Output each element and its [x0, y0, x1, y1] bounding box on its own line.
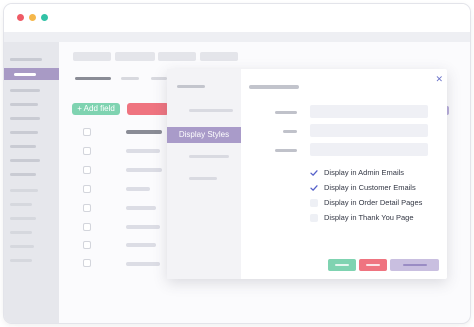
text-field[interactable]: [310, 143, 428, 156]
row-checkbox[interactable]: [83, 147, 91, 155]
sidebar-item[interactable]: [10, 173, 36, 176]
table-row: [126, 206, 156, 210]
table-row: [126, 262, 160, 266]
modal-nav-item[interactable]: [189, 177, 217, 180]
close-window-dot[interactable]: [17, 14, 24, 21]
sidebar-item[interactable]: [10, 217, 36, 220]
tab-active[interactable]: [75, 77, 111, 80]
title-bar: [4, 4, 470, 32]
tab[interactable]: [121, 77, 139, 80]
table-row: [126, 187, 150, 191]
add-field-button[interactable]: + Add field: [72, 103, 120, 115]
header-placeholder: [73, 52, 111, 61]
table-row: [126, 243, 156, 247]
row-checkbox[interactable]: [83, 204, 91, 212]
row-checkbox[interactable]: [83, 259, 91, 267]
modal-nav-display-styles[interactable]: Display Styles: [167, 127, 241, 143]
modal-nav-item[interactable]: [189, 155, 229, 158]
sidebar-item[interactable]: [10, 159, 40, 162]
sidebar-item[interactable]: [10, 231, 32, 234]
save-button[interactable]: [328, 259, 356, 271]
row-checkbox[interactable]: [83, 241, 91, 249]
admin-sidebar: [4, 42, 59, 323]
row-checkbox[interactable]: [83, 223, 91, 231]
sidebar-item[interactable]: [10, 189, 38, 192]
option-label: Display in Customer Emails: [324, 183, 416, 192]
sidebar-item[interactable]: [10, 259, 32, 262]
table-row: [126, 149, 160, 153]
table-row: [126, 168, 162, 172]
field-settings-modal: Display Styles ✕ Display in Admin Emails…: [167, 69, 447, 279]
text-field[interactable]: [310, 124, 428, 137]
row-checkbox[interactable]: [83, 166, 91, 174]
sidebar-item[interactable]: [10, 117, 40, 120]
sidebar-item[interactable]: [10, 203, 32, 206]
modal-nav-item[interactable]: [189, 109, 233, 112]
delete-field-button[interactable]: [359, 259, 387, 271]
header-placeholder: [115, 52, 155, 61]
checkbox-checked-icon[interactable]: [310, 184, 318, 192]
modal-title: [249, 85, 299, 89]
field-label: [275, 149, 297, 152]
field-label: [283, 130, 297, 133]
row-checkbox[interactable]: [83, 185, 91, 193]
minimize-window-dot[interactable]: [29, 14, 36, 21]
row-checkbox[interactable]: [83, 128, 91, 136]
delete-button[interactable]: [127, 103, 169, 115]
header-placeholder: [200, 52, 238, 61]
header-placeholder: [158, 52, 196, 61]
sidebar-item[interactable]: [10, 58, 42, 61]
text-field[interactable]: [310, 105, 428, 118]
field-label: [275, 111, 297, 114]
sidebar-item[interactable]: [10, 103, 38, 106]
tab[interactable]: [151, 77, 167, 80]
modal-nav-heading: [177, 85, 205, 88]
checkbox-unchecked-icon[interactable]: [310, 199, 318, 207]
option-label: Display in Admin Emails: [324, 168, 405, 177]
sidebar-item-active[interactable]: [4, 68, 59, 80]
table-row: [126, 225, 160, 229]
modal-sidebar: Display Styles: [167, 69, 241, 279]
close-icon[interactable]: ✕: [435, 74, 443, 85]
checkbox-checked-icon[interactable]: [310, 169, 318, 177]
secondary-action-button[interactable]: [390, 259, 439, 271]
sidebar-item[interactable]: [10, 245, 34, 248]
option-label: Display in Thank You Page: [324, 213, 414, 222]
sidebar-item[interactable]: [10, 89, 40, 92]
admin-top-bar: [4, 32, 470, 42]
maximize-window-dot[interactable]: [41, 14, 48, 21]
sidebar-item[interactable]: [10, 145, 36, 148]
sidebar-item[interactable]: [10, 131, 38, 134]
checkbox-unchecked-icon[interactable]: [310, 214, 318, 222]
option-label: Display in Order Detail Pages: [324, 198, 423, 207]
column-header: [126, 130, 162, 134]
